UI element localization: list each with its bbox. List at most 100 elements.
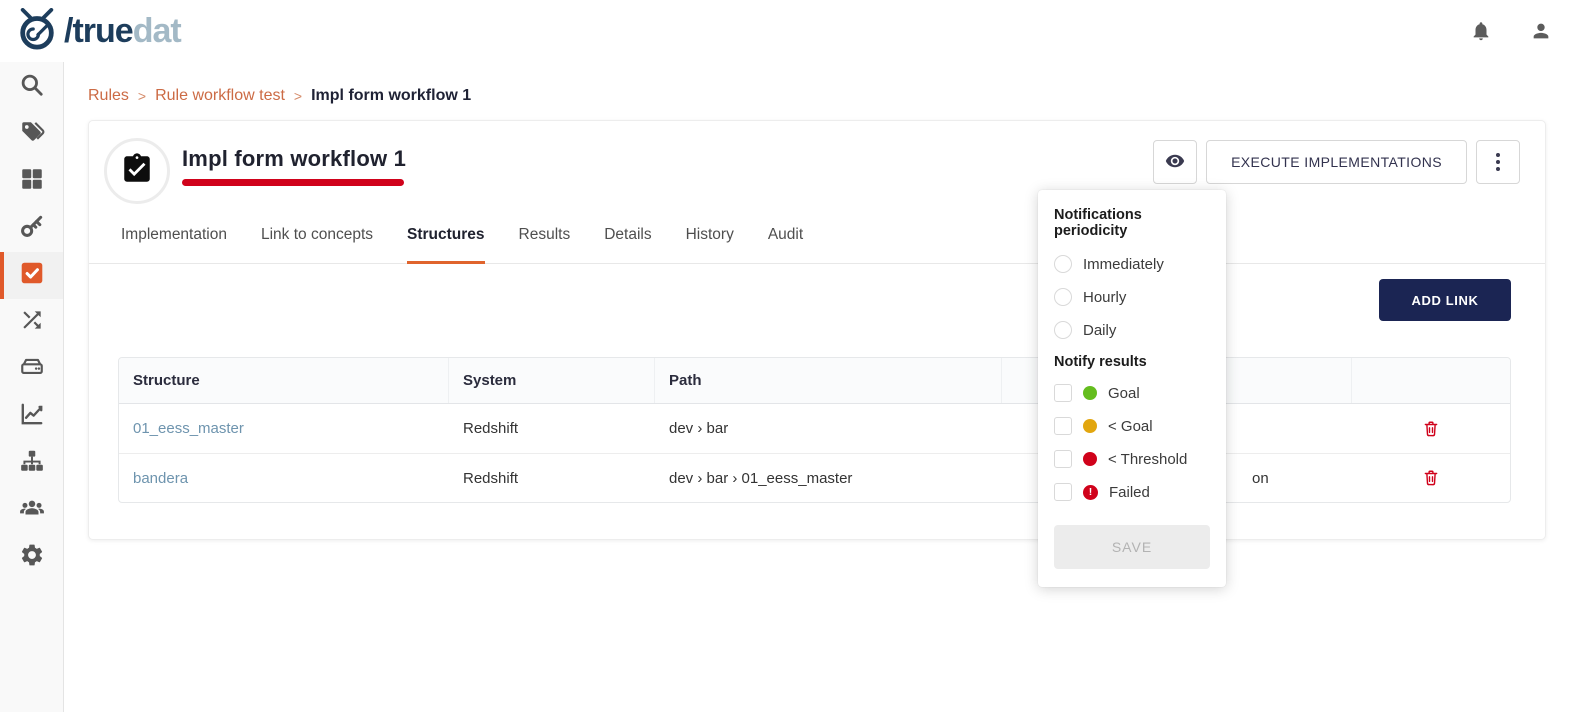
key-icon: [19, 213, 45, 244]
check-square-icon: [19, 260, 45, 291]
table-row: 01_eess_master Redshift dev › bar: [119, 404, 1510, 453]
notify-results-title: Notify results: [1054, 354, 1210, 370]
goal-status-dot: [1083, 386, 1097, 400]
radio-label: Daily: [1083, 322, 1116, 339]
notifications-bell-icon[interactable]: [1470, 20, 1492, 42]
shuffle-icon: [19, 307, 45, 338]
under-goal-status-dot: [1083, 419, 1097, 433]
system-cell: Redshift: [449, 454, 655, 502]
tab-audit[interactable]: Audit: [768, 226, 803, 264]
breadcrumb: Rules > Rule workflow test > Impl form w…: [88, 87, 471, 105]
sidebar-item-dashboard[interactable]: [0, 158, 63, 205]
checkbox-label: Goal: [1108, 385, 1140, 402]
search-icon: [19, 72, 45, 103]
radio-label: Hourly: [1083, 289, 1126, 306]
sidebar-item-permissions[interactable]: [0, 205, 63, 252]
checkbox-option-goal[interactable]: Goal: [1054, 384, 1210, 402]
radio-icon[interactable]: [1054, 255, 1072, 273]
checkbox-icon[interactable]: [1054, 483, 1072, 501]
sidebar-item-insights[interactable]: [0, 393, 63, 440]
add-link-button[interactable]: ADD LINK: [1379, 279, 1511, 321]
sidebar-item-users[interactable]: [0, 487, 63, 534]
more-options-button[interactable]: [1476, 140, 1520, 184]
sitemap-icon: [19, 448, 45, 479]
implementation-card: Impl form workflow 1 EXECUTE IMPLEMENTAT…: [88, 120, 1546, 540]
sidebar-item-taxonomy[interactable]: [0, 440, 63, 487]
checkbox-icon[interactable]: [1054, 450, 1072, 468]
top-bar: /truedat: [0, 0, 1596, 62]
sidebar-item-tags[interactable]: [0, 111, 63, 158]
tab-link-to-concepts[interactable]: Link to concepts: [261, 226, 373, 264]
table-header-row: Structure System Path: [119, 358, 1510, 404]
sidebar-nav: [0, 62, 64, 712]
gear-icon: [19, 542, 45, 573]
sidebar-item-search[interactable]: [0, 64, 63, 111]
radio-icon[interactable]: [1054, 288, 1072, 306]
sidebar-item-quality[interactable]: [0, 252, 63, 299]
kebab-menu-icon: [1496, 153, 1500, 171]
logo-text-secondary: dat: [133, 12, 181, 50]
failed-exclamation-icon: !: [1083, 485, 1098, 500]
radio-option-hourly[interactable]: Hourly: [1054, 288, 1210, 306]
tab-bar: Implementation Link to concepts Structur…: [89, 226, 1545, 264]
under-threshold-status-dot: [1083, 452, 1097, 466]
radio-label: Immediately: [1083, 256, 1164, 273]
preview-button[interactable]: [1153, 140, 1197, 184]
system-cell: Redshift: [449, 404, 655, 453]
column-header-structure: Structure: [119, 358, 449, 403]
clipboard-check-icon: [120, 152, 154, 191]
column-header-actions: [1352, 358, 1510, 403]
checkbox-icon[interactable]: [1054, 417, 1072, 435]
path-cell: dev › bar: [655, 404, 1002, 453]
execute-implementations-button[interactable]: EXECUTE IMPLEMENTATIONS: [1206, 140, 1467, 184]
truedat-logo[interactable]: /truedat: [14, 8, 181, 55]
checkbox-option-under-threshold[interactable]: < Threshold: [1054, 450, 1210, 468]
logo-text-primary: /true: [64, 12, 133, 50]
table-row: bandera Redshift dev › bar › 01_eess_mas…: [119, 453, 1510, 502]
radio-icon[interactable]: [1054, 321, 1072, 339]
implementation-badge: [104, 138, 170, 204]
tab-results[interactable]: Results: [519, 226, 571, 264]
structure-link[interactable]: 01_eess_master: [133, 420, 244, 437]
checkbox-label: < Threshold: [1108, 451, 1187, 468]
sidebar-item-lineage[interactable]: [0, 299, 63, 346]
column-header-path: Path: [655, 358, 1002, 403]
tab-history[interactable]: History: [686, 226, 734, 264]
structures-table: Structure System Path 01_eess_master Red…: [118, 357, 1511, 503]
title-underline: [182, 179, 404, 186]
radio-option-immediately[interactable]: Immediately: [1054, 255, 1210, 273]
delete-link-trash-icon[interactable]: [1422, 420, 1440, 438]
user-profile-icon[interactable]: [1530, 20, 1552, 42]
tab-structures[interactable]: Structures: [407, 226, 485, 264]
drive-icon: [19, 354, 45, 385]
users-icon: [19, 495, 45, 526]
notifications-popup: Notifications periodicity Immediately Ho…: [1038, 190, 1226, 587]
grid-icon: [19, 166, 45, 197]
breadcrumb-current-page: Impl form workflow 1: [311, 87, 471, 105]
save-button[interactable]: SAVE: [1054, 525, 1210, 569]
delete-link-trash-icon[interactable]: [1422, 469, 1440, 487]
breadcrumb-separator: >: [294, 88, 302, 104]
structure-link[interactable]: bandera: [133, 470, 188, 487]
checkbox-icon[interactable]: [1054, 384, 1072, 402]
owl-icon: [14, 8, 60, 55]
checkbox-label: < Goal: [1108, 418, 1153, 435]
path-cell: dev › bar › 01_eess_master: [655, 454, 1002, 502]
chart-icon: [19, 401, 45, 432]
checkbox-option-under-goal[interactable]: < Goal: [1054, 417, 1210, 435]
sidebar-item-settings[interactable]: [0, 534, 63, 581]
page-title: Impl form workflow 1: [182, 146, 406, 172]
breadcrumb-rules[interactable]: Rules: [88, 87, 129, 105]
eye-icon: [1165, 151, 1185, 174]
checkbox-label: Failed: [1109, 484, 1150, 501]
tags-icon: [19, 119, 45, 150]
checkbox-option-failed[interactable]: ! Failed: [1054, 483, 1210, 501]
tab-implementation[interactable]: Implementation: [121, 226, 227, 264]
column-header-system: System: [449, 358, 655, 403]
popup-title: Notifications periodicity: [1054, 207, 1210, 239]
sidebar-item-systems[interactable]: [0, 346, 63, 393]
tab-details[interactable]: Details: [604, 226, 651, 264]
breadcrumb-rule-workflow-test[interactable]: Rule workflow test: [155, 87, 285, 105]
radio-option-daily[interactable]: Daily: [1054, 321, 1210, 339]
breadcrumb-separator: >: [138, 88, 146, 104]
